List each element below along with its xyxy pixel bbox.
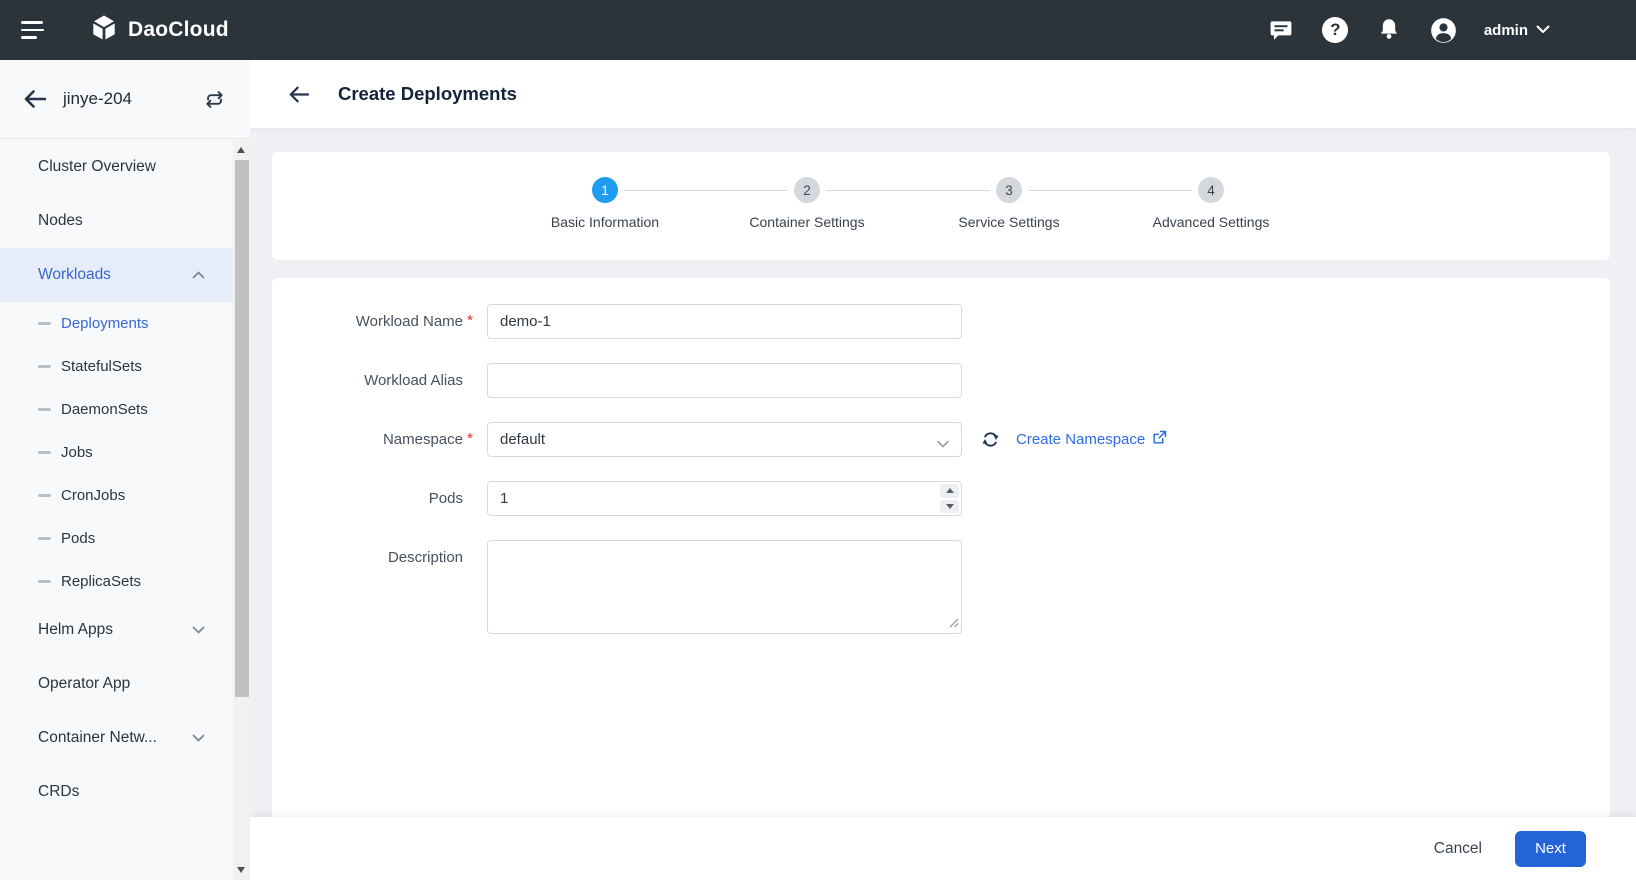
step-label: Service Settings xyxy=(958,214,1059,230)
dash-icon xyxy=(38,494,51,497)
external-link-icon xyxy=(1151,429,1168,450)
step-advanced-settings[interactable]: 4 Advanced Settings xyxy=(1110,177,1312,230)
step-number: 4 xyxy=(1198,177,1224,203)
step-number: 3 xyxy=(996,177,1022,203)
namespace-select[interactable]: default xyxy=(487,422,962,457)
sidebar-header: jinye-204 xyxy=(0,60,250,139)
next-button[interactable]: Next xyxy=(1515,831,1586,867)
step-label: Advanced Settings xyxy=(1153,214,1270,230)
chevron-down-icon xyxy=(192,626,205,634)
dash-icon xyxy=(38,451,51,454)
workload-alias-row: Workload Alias xyxy=(272,363,1610,398)
sidebar-scrollbar[interactable] xyxy=(233,140,250,880)
brand-name: DaoCloud xyxy=(128,18,229,42)
topbar-actions: ? admin xyxy=(1268,17,1550,44)
sidebar-item-statefulsets[interactable]: StatefulSets xyxy=(0,345,233,388)
sidebar-item-operator-app[interactable]: Operator App xyxy=(0,657,233,711)
sidebar-item-crds[interactable]: CRDs xyxy=(0,765,233,819)
pods-stepper xyxy=(940,484,959,513)
description-textarea[interactable] xyxy=(487,540,962,634)
dash-icon xyxy=(38,537,51,540)
topbar: DaoCloud ? xyxy=(0,0,1636,60)
description-row: Description xyxy=(272,540,1610,639)
namespace-label: Namespace xyxy=(272,422,463,457)
chat-icon[interactable] xyxy=(1268,17,1295,44)
sidebar-item-daemonsets[interactable]: DaemonSets xyxy=(0,388,233,431)
user-menu[interactable]: admin xyxy=(1484,21,1550,39)
workload-name-input[interactable] xyxy=(487,304,962,339)
stepper-card: 1 Basic Information 2 Container Settings… xyxy=(272,152,1610,260)
sidebar-item-jobs[interactable]: Jobs xyxy=(0,431,233,474)
cancel-button[interactable]: Cancel xyxy=(1434,840,1482,858)
description-label: Description xyxy=(272,540,463,575)
sidebar-item-replicasets[interactable]: ReplicaSets xyxy=(0,560,233,603)
brand-logo: DaoCloud xyxy=(89,13,229,48)
step-service-settings[interactable]: 3 Service Settings xyxy=(908,177,1110,230)
dash-icon xyxy=(38,580,51,583)
step-container-settings[interactable]: 2 Container Settings xyxy=(706,177,908,230)
main-content: Create Deployments 1 Basic Information 2… xyxy=(250,60,1636,880)
sidebar-item-cluster-overview[interactable]: Cluster Overview xyxy=(0,140,233,194)
page-title: Create Deployments xyxy=(338,83,517,105)
chevron-down-icon xyxy=(1536,21,1550,39)
back-arrow-icon[interactable] xyxy=(24,90,46,108)
refresh-namespaces-icon[interactable] xyxy=(980,429,1001,450)
dash-icon xyxy=(38,322,51,325)
workload-alias-label: Workload Alias xyxy=(272,363,463,398)
chevron-down-icon xyxy=(937,435,949,452)
chevron-down-icon xyxy=(192,734,205,742)
create-namespace-link[interactable]: Create Namespace xyxy=(1016,429,1168,450)
workload-name-label: Workload Name xyxy=(272,304,463,339)
namespace-selected-value: default xyxy=(500,431,545,448)
pods-row: Pods xyxy=(272,481,1610,516)
page-header: Create Deployments xyxy=(250,60,1636,128)
daocloud-console: DaoCloud ? xyxy=(0,0,1636,880)
dash-icon xyxy=(38,408,51,411)
sidebar-item-deployments[interactable]: Deployments xyxy=(0,302,233,345)
dash-icon xyxy=(38,365,51,368)
scroll-down-arrow[interactable] xyxy=(237,867,245,873)
step-number: 2 xyxy=(794,177,820,203)
increment-button[interactable] xyxy=(940,484,959,498)
required-asterisk: * xyxy=(463,422,477,455)
step-label: Basic Information xyxy=(551,214,659,230)
step-basic-information[interactable]: 1 Basic Information xyxy=(504,177,706,230)
avatar-icon[interactable] xyxy=(1430,17,1457,44)
scroll-up-arrow[interactable] xyxy=(237,147,245,153)
back-arrow-icon[interactable] xyxy=(289,86,309,103)
stepper: 1 Basic Information 2 Container Settings… xyxy=(504,152,1610,230)
help-icon[interactable]: ? xyxy=(1322,17,1349,44)
scrollbar-thumb[interactable] xyxy=(235,160,249,697)
cluster-name: jinye-204 xyxy=(63,89,132,109)
sidebar-item-helm-apps[interactable]: Helm Apps xyxy=(0,603,233,657)
bell-icon[interactable] xyxy=(1376,17,1403,44)
basic-information-form: Workload Name * Workload Alias Namespace… xyxy=(272,278,1610,870)
pods-label: Pods xyxy=(272,481,463,516)
sidebar-item-nodes[interactable]: Nodes xyxy=(0,194,233,248)
switch-cluster-icon[interactable] xyxy=(203,88,226,111)
sidebar-item-container-network[interactable]: Container Netw... xyxy=(0,711,233,765)
user-name: admin xyxy=(1484,22,1528,39)
wizard-footer: Cancel Next xyxy=(250,817,1636,880)
chevron-up-icon xyxy=(192,271,205,279)
sidebar-item-workloads[interactable]: Workloads xyxy=(0,248,233,302)
menu-icon[interactable] xyxy=(21,21,47,39)
sidebar: jinye-204 Cluster Overview Nodes Workloa… xyxy=(0,60,250,880)
workload-name-row: Workload Name * xyxy=(272,304,1610,339)
sidebar-item-pods[interactable]: Pods xyxy=(0,517,233,560)
required-asterisk: * xyxy=(463,304,477,337)
sidebar-item-cronjobs[interactable]: CronJobs xyxy=(0,474,233,517)
brand-cube-icon xyxy=(89,13,119,48)
workload-alias-input[interactable] xyxy=(487,363,962,398)
pods-input[interactable] xyxy=(487,481,962,516)
step-label: Container Settings xyxy=(749,214,864,230)
step-number: 1 xyxy=(592,177,618,203)
namespace-row: Namespace * default xyxy=(272,422,1610,457)
sidebar-nav: Cluster Overview Nodes Workloads Deploym… xyxy=(0,140,233,880)
decrement-button[interactable] xyxy=(940,500,959,514)
